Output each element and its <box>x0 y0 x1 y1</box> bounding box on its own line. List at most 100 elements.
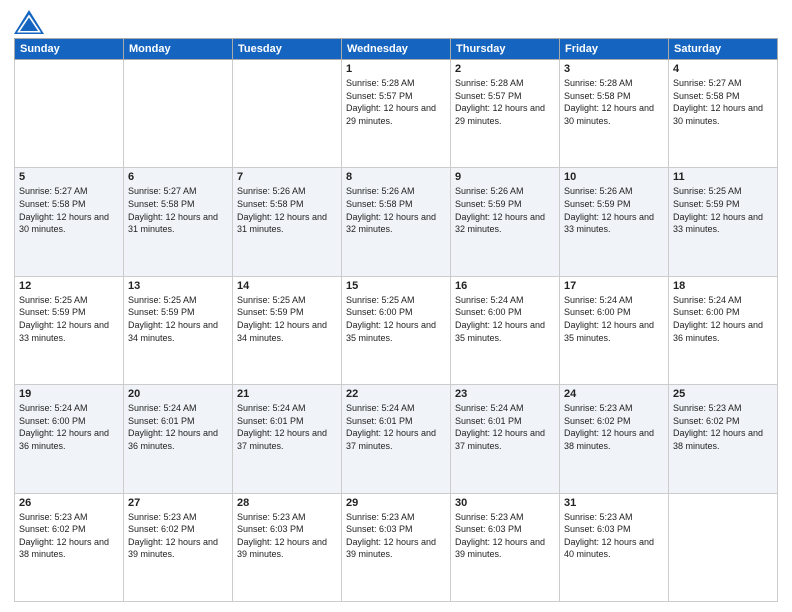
day-number: 11 <box>673 171 773 183</box>
day-number: 10 <box>564 171 664 183</box>
day-cell: 14 Sunrise: 5:25 AMSunset: 5:59 PMDayligh… <box>233 276 342 384</box>
day-number: 17 <box>564 280 664 292</box>
day-info: Sunrise: 5:23 AMSunset: 6:03 PMDaylight:… <box>455 511 555 561</box>
day-cell: 13 Sunrise: 5:25 AMSunset: 5:59 PMDayligh… <box>124 276 233 384</box>
day-cell <box>124 60 233 168</box>
col-sunday: Sunday <box>15 39 124 60</box>
day-number: 19 <box>19 388 119 400</box>
week-row-5: 26 Sunrise: 5:23 AMSunset: 6:02 PMDayligh… <box>15 493 778 601</box>
day-number: 26 <box>19 497 119 509</box>
day-cell: 29 Sunrise: 5:23 AMSunset: 6:03 PMDayligh… <box>342 493 451 601</box>
day-number: 22 <box>346 388 446 400</box>
day-info: Sunrise: 5:23 AMSunset: 6:03 PMDaylight:… <box>346 511 446 561</box>
day-number: 16 <box>455 280 555 292</box>
day-info: Sunrise: 5:26 AMSunset: 5:58 PMDaylight:… <box>237 185 337 235</box>
day-info: Sunrise: 5:24 AMSunset: 6:00 PMDaylight:… <box>673 294 773 344</box>
day-cell: 10Sunrise: 5:26 AMSunset: 5:59 PMDayligh… <box>560 168 669 276</box>
calendar-body: 1Sunrise: 5:28 AMSunset: 5:57 PMDaylight… <box>15 60 778 602</box>
day-number: 21 <box>237 388 337 400</box>
day-number: 31 <box>564 497 664 509</box>
day-cell: 8 Sunrise: 5:26 AMSunset: 5:58 PMDaylight… <box>342 168 451 276</box>
day-cell: 28 Sunrise: 5:23 AMSunset: 6:03 PMDayligh… <box>233 493 342 601</box>
day-number: 30 <box>455 497 555 509</box>
col-friday: Friday <box>560 39 669 60</box>
day-number: 29 <box>346 497 446 509</box>
day-cell: 27Sunrise: 5:23 AMSunset: 6:02 PMDayligh… <box>124 493 233 601</box>
day-number: 13 <box>128 280 228 292</box>
day-cell: 18 Sunrise: 5:24 AMSunset: 6:00 PMDayligh… <box>669 276 778 384</box>
day-cell: 15 Sunrise: 5:25 AMSunset: 6:00 PMDayligh… <box>342 276 451 384</box>
day-cell: 21 Sunrise: 5:24 AMSunset: 6:01 PMDayligh… <box>233 385 342 493</box>
day-info: Sunrise: 5:25 AMSunset: 5:59 PMDaylight:… <box>128 294 228 344</box>
day-info: Sunrise: 5:24 AMSunset: 6:00 PMDaylight:… <box>19 402 119 452</box>
day-number: 18 <box>673 280 773 292</box>
day-cell <box>15 60 124 168</box>
day-number: 2 <box>455 63 555 75</box>
week-row-1: 1Sunrise: 5:28 AMSunset: 5:57 PMDaylight… <box>15 60 778 168</box>
header <box>14 10 778 34</box>
logo <box>14 10 48 34</box>
day-cell: 30 Sunrise: 5:23 AMSunset: 6:03 PMDayligh… <box>451 493 560 601</box>
day-info: Sunrise: 5:26 AMSunset: 5:58 PMDaylight:… <box>346 185 446 235</box>
day-number: 25 <box>673 388 773 400</box>
day-info: Sunrise: 5:25 AMSunset: 6:00 PMDaylight:… <box>346 294 446 344</box>
day-info: Sunrise: 5:27 AMSunset: 5:58 PMDaylight:… <box>19 185 119 235</box>
day-number: 20 <box>128 388 228 400</box>
logo-icon <box>14 10 44 34</box>
day-info: Sunrise: 5:24 AMSunset: 6:00 PMDaylight:… <box>564 294 664 344</box>
day-number: 6 <box>128 171 228 183</box>
day-cell: 22Sunrise: 5:24 AMSunset: 6:01 PMDayligh… <box>342 385 451 493</box>
day-info: Sunrise: 5:25 AMSunset: 5:59 PMDaylight:… <box>237 294 337 344</box>
day-info: Sunrise: 5:23 AMSunset: 6:02 PMDaylight:… <box>673 402 773 452</box>
day-number: 5 <box>19 171 119 183</box>
day-cell <box>669 493 778 601</box>
calendar-table: Sunday Monday Tuesday Wednesday Thursday… <box>14 38 778 602</box>
day-number: 1 <box>346 63 446 75</box>
day-cell: 3 Sunrise: 5:28 AMSunset: 5:58 PMDaylight… <box>560 60 669 168</box>
day-number: 15 <box>346 280 446 292</box>
day-cell: 11 Sunrise: 5:25 AMSunset: 5:59 PMDayligh… <box>669 168 778 276</box>
calendar-header: Sunday Monday Tuesday Wednesday Thursday… <box>15 39 778 60</box>
day-number: 8 <box>346 171 446 183</box>
day-cell: 26 Sunrise: 5:23 AMSunset: 6:02 PMDayligh… <box>15 493 124 601</box>
day-cell: 23 Sunrise: 5:24 AMSunset: 6:01 PMDayligh… <box>451 385 560 493</box>
day-info: Sunrise: 5:25 AMSunset: 5:59 PMDaylight:… <box>19 294 119 344</box>
day-cell: 19 Sunrise: 5:24 AMSunset: 6:00 PMDayligh… <box>15 385 124 493</box>
day-number: 23 <box>455 388 555 400</box>
day-info: Sunrise: 5:23 AMSunset: 6:02 PMDaylight:… <box>19 511 119 561</box>
day-cell: 9Sunrise: 5:26 AMSunset: 5:59 PMDaylight… <box>451 168 560 276</box>
col-saturday: Saturday <box>669 39 778 60</box>
day-number: 14 <box>237 280 337 292</box>
day-cell: 5 Sunrise: 5:27 AMSunset: 5:58 PMDaylight… <box>15 168 124 276</box>
week-row-4: 19 Sunrise: 5:24 AMSunset: 6:00 PMDayligh… <box>15 385 778 493</box>
day-cell: 25 Sunrise: 5:23 AMSunset: 6:02 PMDayligh… <box>669 385 778 493</box>
col-tuesday: Tuesday <box>233 39 342 60</box>
day-info: Sunrise: 5:25 AMSunset: 5:59 PMDaylight:… <box>673 185 773 235</box>
day-info: Sunrise: 5:23 AMSunset: 6:03 PMDaylight:… <box>237 511 337 561</box>
day-info: Sunrise: 5:23 AMSunset: 6:02 PMDaylight:… <box>128 511 228 561</box>
day-cell <box>233 60 342 168</box>
day-info: Sunrise: 5:24 AMSunset: 6:00 PMDaylight:… <box>455 294 555 344</box>
day-info: Sunrise: 5:23 AMSunset: 6:03 PMDaylight:… <box>564 511 664 561</box>
day-cell: 7 Sunrise: 5:26 AMSunset: 5:58 PMDaylight… <box>233 168 342 276</box>
day-number: 4 <box>673 63 773 75</box>
day-info: Sunrise: 5:24 AMSunset: 6:01 PMDaylight:… <box>237 402 337 452</box>
week-row-2: 5 Sunrise: 5:27 AMSunset: 5:58 PMDaylight… <box>15 168 778 276</box>
day-number: 7 <box>237 171 337 183</box>
day-number: 28 <box>237 497 337 509</box>
col-monday: Monday <box>124 39 233 60</box>
day-cell: 12Sunrise: 5:25 AMSunset: 5:59 PMDayligh… <box>15 276 124 384</box>
day-cell: 17 Sunrise: 5:24 AMSunset: 6:00 PMDayligh… <box>560 276 669 384</box>
day-number: 9 <box>455 171 555 183</box>
day-number: 3 <box>564 63 664 75</box>
day-cell: 16 Sunrise: 5:24 AMSunset: 6:00 PMDayligh… <box>451 276 560 384</box>
week-row-3: 12Sunrise: 5:25 AMSunset: 5:59 PMDayligh… <box>15 276 778 384</box>
col-wednesday: Wednesday <box>342 39 451 60</box>
header-row: Sunday Monday Tuesday Wednesday Thursday… <box>15 39 778 60</box>
day-cell: 6Sunrise: 5:27 AMSunset: 5:58 PMDaylight… <box>124 168 233 276</box>
day-info: Sunrise: 5:24 AMSunset: 6:01 PMDaylight:… <box>455 402 555 452</box>
day-cell: 31 Sunrise: 5:23 AMSunset: 6:03 PMDayligh… <box>560 493 669 601</box>
day-info: Sunrise: 5:28 AMSunset: 5:58 PMDaylight:… <box>564 77 664 127</box>
page: Sunday Monday Tuesday Wednesday Thursday… <box>0 0 792 612</box>
day-cell: 1Sunrise: 5:28 AMSunset: 5:57 PMDaylight… <box>342 60 451 168</box>
